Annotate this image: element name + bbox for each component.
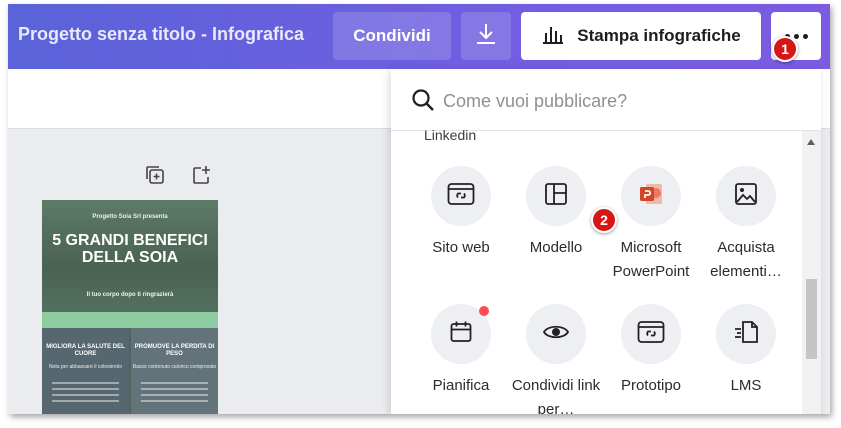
- thumbnail-heading: 5 GRANDI BENEFICI DELLA SOIA: [52, 232, 208, 266]
- thumbnail-text-lines: [141, 382, 208, 406]
- publish-option-website[interactable]: Sito web: [414, 166, 508, 260]
- thumbnail-left-note: Nota per abbassare il colesterolo: [48, 364, 123, 370]
- thumbnail-column-right: PROMUOVE LA PERDITA DI PESO Basso conten…: [131, 328, 218, 414]
- design-thumbnail[interactable]: Progetto Soia Srl presenta 5 GRANDI BENE…: [42, 200, 218, 414]
- publish-option-label: Condividi link per…: [511, 377, 601, 414]
- website-icon: [447, 182, 475, 211]
- eye-icon-circle: [526, 304, 586, 364]
- publish-option-buy-elements[interactable]: Acquista elementi…: [699, 166, 793, 284]
- thumbnail-band: [42, 312, 218, 328]
- app-window: Progetto senza titolo - Infografica Cond…: [8, 4, 830, 414]
- lms-icon: [733, 319, 759, 350]
- top-bar: Progetto senza titolo - Infografica Cond…: [8, 4, 830, 69]
- scroll-up-arrow-icon[interactable]: [807, 139, 815, 145]
- template-icon-circle: [526, 166, 586, 226]
- publish-search: [391, 69, 821, 131]
- publish-option-label: Sito web: [432, 239, 490, 256]
- list-item-linkedin[interactable]: Linkedin: [424, 127, 476, 143]
- calendar-icon: [449, 320, 473, 349]
- publish-option-powerpoint[interactable]: Microsoft PowerPoint: [604, 166, 698, 284]
- publish-option-label: Pianifica: [432, 377, 490, 394]
- powerpoint-icon: [637, 180, 665, 213]
- publish-dropdown: Linkedin Sito web Modello: [391, 69, 821, 414]
- thumbnail-presenta: Progetto Soia Srl presenta: [92, 214, 168, 220]
- search-icon: [411, 88, 435, 117]
- publish-option-label: Acquista elementi…: [710, 239, 782, 280]
- prototype-icon: [637, 320, 665, 349]
- download-button[interactable]: [461, 12, 511, 60]
- publish-option-label: Microsoft PowerPoint: [612, 239, 690, 280]
- search-input[interactable]: [443, 89, 783, 113]
- bar-chart-icon: [541, 23, 565, 50]
- thumbnail-text-lines: [52, 382, 119, 406]
- share-button[interactable]: Condividi: [333, 12, 451, 60]
- thumbnail-subheading: Il tuo corpo dopo ti ringrazierà: [86, 292, 174, 298]
- publish-option-label: Prototipo: [620, 377, 682, 394]
- publish-option-share-link[interactable]: Condividi link per…: [509, 304, 603, 414]
- print-infographics-label: Stampa infografiche: [577, 26, 741, 45]
- dropdown-scrollbar[interactable]: [802, 131, 821, 414]
- scrollbar-thumb[interactable]: [806, 279, 817, 359]
- eye-icon: [542, 322, 570, 347]
- notification-dot: [479, 306, 489, 316]
- lms-icon-circle: [716, 304, 776, 364]
- powerpoint-icon-circle: [621, 166, 681, 226]
- page-tools: [144, 164, 212, 191]
- thumbnail-column-left: MIGLIORA LA SALUTE DEL CUORE Nota per ab…: [42, 328, 129, 414]
- step-badge-1: 1: [772, 36, 798, 62]
- image-icon-circle: [716, 166, 776, 226]
- website-icon-circle: [431, 166, 491, 226]
- template-icon: [544, 182, 568, 211]
- publish-option-prototype[interactable]: Prototipo: [604, 304, 698, 398]
- publish-option-schedule[interactable]: Pianifica: [414, 304, 508, 398]
- download-icon: [475, 22, 497, 51]
- publish-option-label: LMS: [730, 377, 762, 394]
- publish-option-lms[interactable]: LMS: [699, 304, 793, 398]
- project-title[interactable]: Progetto senza titolo - Infografica: [18, 24, 304, 45]
- duplicate-page-icon[interactable]: [144, 164, 166, 191]
- publish-option-label: Modello: [529, 239, 583, 256]
- thumbnail-right-note: Basso contenuto calorico comprovato: [132, 364, 217, 370]
- add-page-icon[interactable]: [190, 164, 212, 191]
- prototype-icon-circle: [621, 304, 681, 364]
- publish-option-template[interactable]: Modello: [509, 166, 603, 260]
- calendar-icon-circle: [431, 304, 491, 364]
- thumbnail-right-title: PROMUOVE LA PERDITA DI PESO: [134, 344, 215, 357]
- thumbnail-left-title: MIGLIORA LA SALUTE DEL CUORE: [46, 344, 125, 357]
- step-badge-2: 2: [591, 207, 617, 233]
- print-infographics-button[interactable]: Stampa infografiche: [521, 12, 761, 60]
- image-icon: [734, 182, 758, 211]
